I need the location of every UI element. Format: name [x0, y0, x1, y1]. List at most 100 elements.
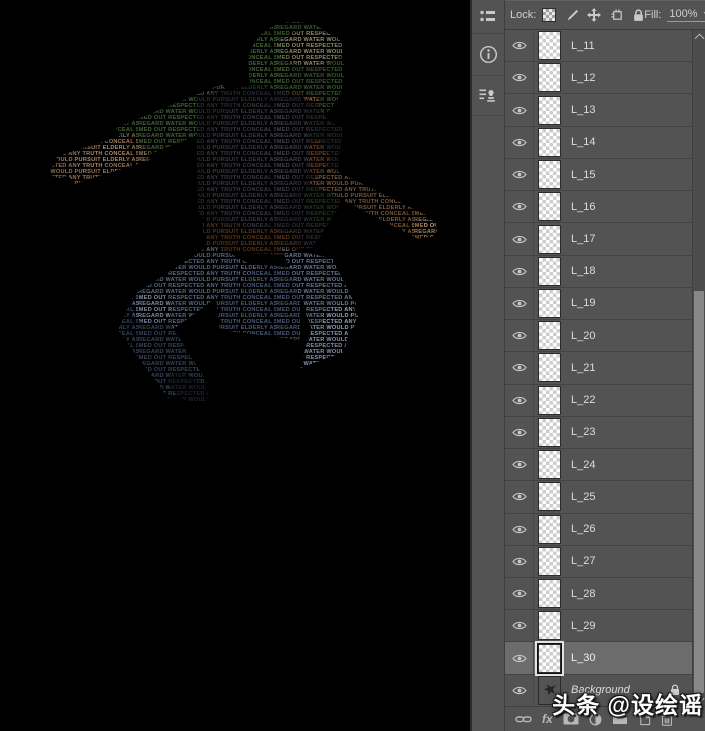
layer-row[interactable]: L_24 — [505, 449, 692, 481]
layer-thumbnail[interactable] — [538, 611, 561, 640]
layer-thumbnail[interactable] — [538, 160, 561, 189]
adjustment-layer-icon[interactable] — [589, 707, 602, 731]
visibility-toggle[interactable] — [505, 610, 534, 641]
layer-thumbnail[interactable] — [538, 353, 561, 382]
layer-thumbnail[interactable] — [538, 31, 561, 60]
layer-label: L_14 — [571, 136, 595, 148]
fill-value-dropdown[interactable]: 100% — [667, 8, 705, 22]
visibility-toggle[interactable] — [505, 481, 534, 512]
visibility-toggle[interactable] — [505, 30, 534, 61]
lock-all-icon[interactable] — [633, 9, 644, 22]
scroll-up-button[interactable] — [693, 30, 705, 44]
lock-artboard-icon[interactable] — [610, 8, 624, 22]
layer-thumbnail[interactable] — [538, 63, 561, 92]
visibility-toggle[interactable] — [505, 223, 534, 254]
layer-row[interactable]: L_26 — [505, 514, 692, 546]
layer-label: L_13 — [571, 104, 595, 116]
info-panel-icon[interactable] — [472, 34, 504, 76]
new-layer-icon[interactable] — [638, 707, 651, 731]
layer-thumbnail[interactable] — [538, 321, 561, 350]
layer-row[interactable]: L_27 — [505, 546, 692, 578]
visibility-toggle[interactable] — [505, 288, 534, 319]
delete-layer-icon[interactable] — [661, 707, 673, 731]
lock-transparent-pixels-icon[interactable] — [542, 8, 556, 22]
layer-row[interactable]: L_15 — [505, 159, 692, 191]
scroll-down-button[interactable] — [693, 693, 705, 707]
layer-thumbnail[interactable] — [538, 96, 561, 125]
history-panel-icon[interactable] — [472, 76, 504, 116]
layer-row[interactable]: L_18 — [505, 256, 692, 288]
visibility-toggle[interactable] — [505, 417, 534, 448]
visibility-toggle[interactable] — [505, 514, 534, 545]
new-group-icon[interactable] — [612, 707, 628, 731]
visibility-toggle[interactable] — [505, 642, 534, 673]
layer-label: L_28 — [571, 588, 595, 600]
layer-thumbnail[interactable] — [538, 225, 561, 254]
collapsed-panels-strip — [470, 0, 505, 731]
layer-row[interactable]: L_22 — [505, 385, 692, 417]
layer-row[interactable]: L_13 — [505, 94, 692, 126]
layer-row[interactable]: L_21 — [505, 352, 692, 384]
visibility-toggle[interactable] — [505, 449, 534, 480]
layer-row[interactable]: L_30 — [505, 642, 692, 674]
visibility-toggle[interactable] — [505, 62, 534, 93]
eye-icon — [512, 621, 527, 630]
layer-thumbnail[interactable] — [538, 128, 561, 157]
background-thumbnail[interactable] — [538, 676, 561, 705]
eye-icon — [512, 299, 527, 308]
layer-row[interactable]: L_29 — [505, 610, 692, 642]
layer-label: L_12 — [571, 72, 595, 84]
lock-image-pixels-icon[interactable] — [565, 9, 578, 22]
visibility-toggle[interactable] — [505, 256, 534, 287]
figure-right-hand-highlight — [424, 220, 436, 228]
document-canvas[interactable]: REGARD WATER WOULD PURSUIT ELDERLY ASK P… — [0, 0, 470, 731]
layer-row[interactable]: L_12 — [505, 62, 692, 94]
layer-thumbnail[interactable] — [538, 515, 561, 544]
link-layers-icon[interactable] — [515, 707, 532, 731]
layer-thumbnail[interactable] — [538, 644, 561, 673]
eye-icon — [512, 492, 527, 501]
layer-label: L_11 — [571, 40, 595, 52]
eye-icon — [512, 686, 527, 695]
layer-thumbnail[interactable] — [538, 289, 561, 318]
layers-scrollbar[interactable] — [692, 30, 705, 707]
layer-row[interactable]: L_14 — [505, 127, 692, 159]
layer-thumbnail[interactable] — [538, 257, 561, 286]
layer-thumbnail[interactable] — [538, 418, 561, 447]
eye-icon — [512, 170, 527, 179]
visibility-toggle[interactable] — [505, 385, 534, 416]
layer-row[interactable]: L_11 — [505, 30, 692, 62]
layer-thumbnail[interactable] — [538, 579, 561, 608]
layer-row[interactable]: L_23 — [505, 417, 692, 449]
layer-thumbnail[interactable] — [538, 547, 561, 576]
visibility-toggle[interactable] — [505, 191, 534, 222]
layer-row[interactable]: L_19 — [505, 288, 692, 320]
layer-style-icon[interactable]: fx — [542, 707, 553, 731]
visibility-toggle[interactable] — [505, 352, 534, 383]
layer-thumbnail[interactable] — [538, 450, 561, 479]
lock-position-icon[interactable] — [587, 8, 601, 22]
layer-row[interactable]: L_25 — [505, 481, 692, 513]
layer-label: L_20 — [571, 330, 595, 342]
visibility-toggle[interactable] — [505, 675, 534, 706]
visibility-toggle[interactable] — [505, 159, 534, 190]
photoshop-window: REGARD WATER WOULD PURSUIT ELDERLY ASK P… — [0, 0, 705, 731]
layer-label: L_19 — [571, 297, 595, 309]
layer-row[interactable]: Background — [505, 675, 692, 707]
layer-thumbnail[interactable] — [538, 482, 561, 511]
visibility-toggle[interactable] — [505, 320, 534, 351]
visibility-toggle[interactable] — [505, 546, 534, 577]
layer-row[interactable]: L_17 — [505, 223, 692, 255]
visibility-toggle[interactable] — [505, 578, 534, 609]
layer-row[interactable]: L_20 — [505, 320, 692, 352]
layer-thumbnail[interactable] — [538, 386, 561, 415]
add-layer-mask-icon[interactable] — [563, 707, 579, 731]
scrollbar-thumb[interactable] — [694, 291, 704, 693]
layer-row[interactable]: L_16 — [505, 191, 692, 223]
layer-row[interactable]: L_28 — [505, 578, 692, 610]
layer-thumbnail[interactable] — [538, 192, 561, 221]
swatches-panel-icon[interactable] — [472, 0, 504, 34]
layer-lock-icon — [670, 684, 680, 696]
visibility-toggle[interactable] — [505, 127, 534, 158]
visibility-toggle[interactable] — [505, 94, 534, 125]
